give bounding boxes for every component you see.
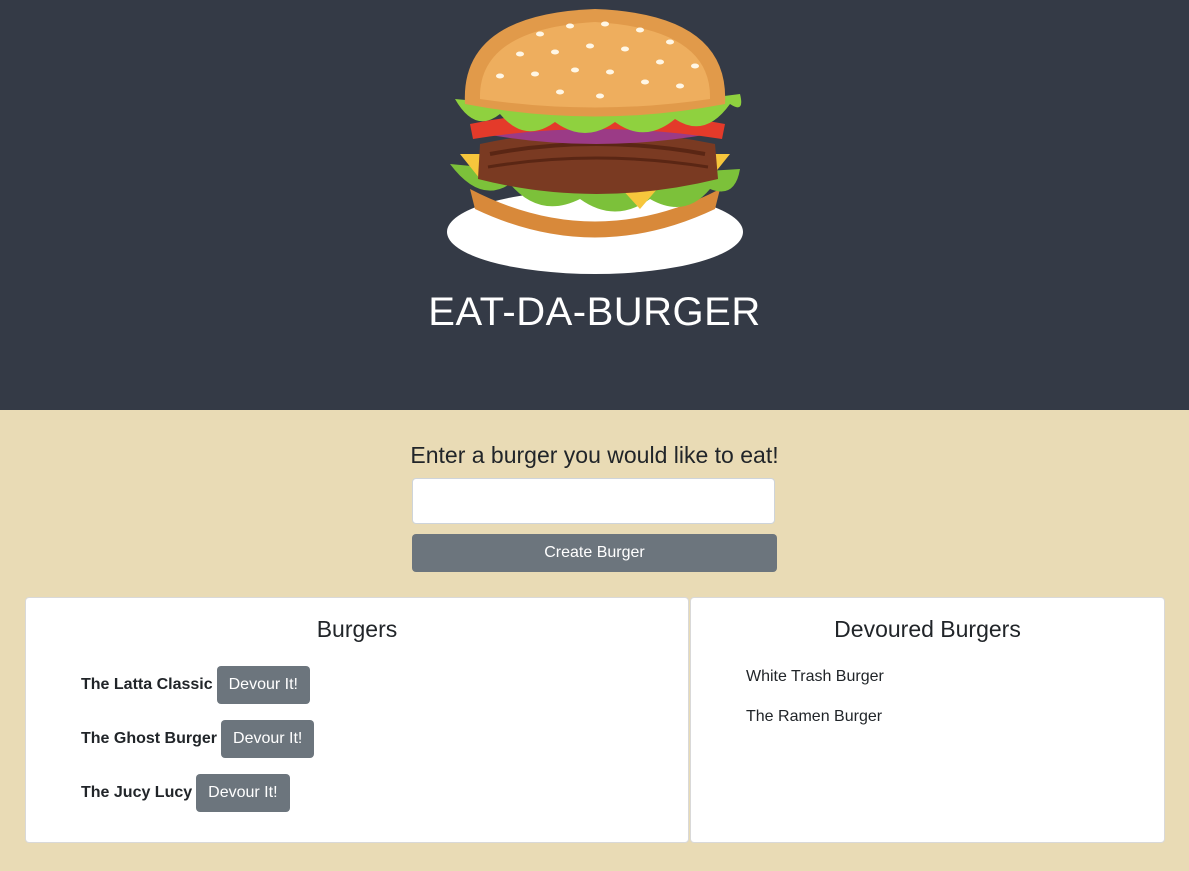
burger-name: The Jucy Lucy — [81, 784, 193, 801]
devour-button[interactable]: Devour It! — [196, 774, 290, 812]
devoured-list-item: The Ramen Burger — [746, 708, 883, 725]
site-title: EAT-DA-BURGER — [428, 290, 761, 334]
burger-name: The Ghost Burger — [81, 730, 218, 747]
burgers-title: Burgers — [316, 616, 398, 642]
burger-list-item: The Latta Classic Devour It! — [81, 666, 310, 704]
devour-button[interactable]: Devour It! — [216, 666, 310, 704]
burger-input-label: Enter a burger you would like to eat! — [410, 442, 779, 468]
devoured-burgers-card: Devoured Burgers White Trash Burger The … — [690, 597, 1165, 843]
site-header: EAT-DA-BURGER — [0, 0, 1189, 410]
devoured-list-item: White Trash Burger — [746, 668, 884, 685]
burger-name-input[interactable] — [412, 478, 775, 524]
burger-list-item: The Ghost Burger Devour It! — [81, 720, 315, 758]
burger-name: The Latta Classic — [81, 676, 213, 693]
burger-list-item: The Jucy Lucy Devour It! — [81, 774, 290, 812]
burger-icon — [447, 9, 743, 274]
devour-button[interactable]: Devour It! — [221, 720, 315, 758]
create-burger-button[interactable]: Create Burger — [412, 534, 777, 572]
devoured-burgers-title: Devoured Burgers — [834, 616, 1021, 642]
burgers-card: Burgers The Latta Classic Devour It! The… — [25, 597, 689, 843]
